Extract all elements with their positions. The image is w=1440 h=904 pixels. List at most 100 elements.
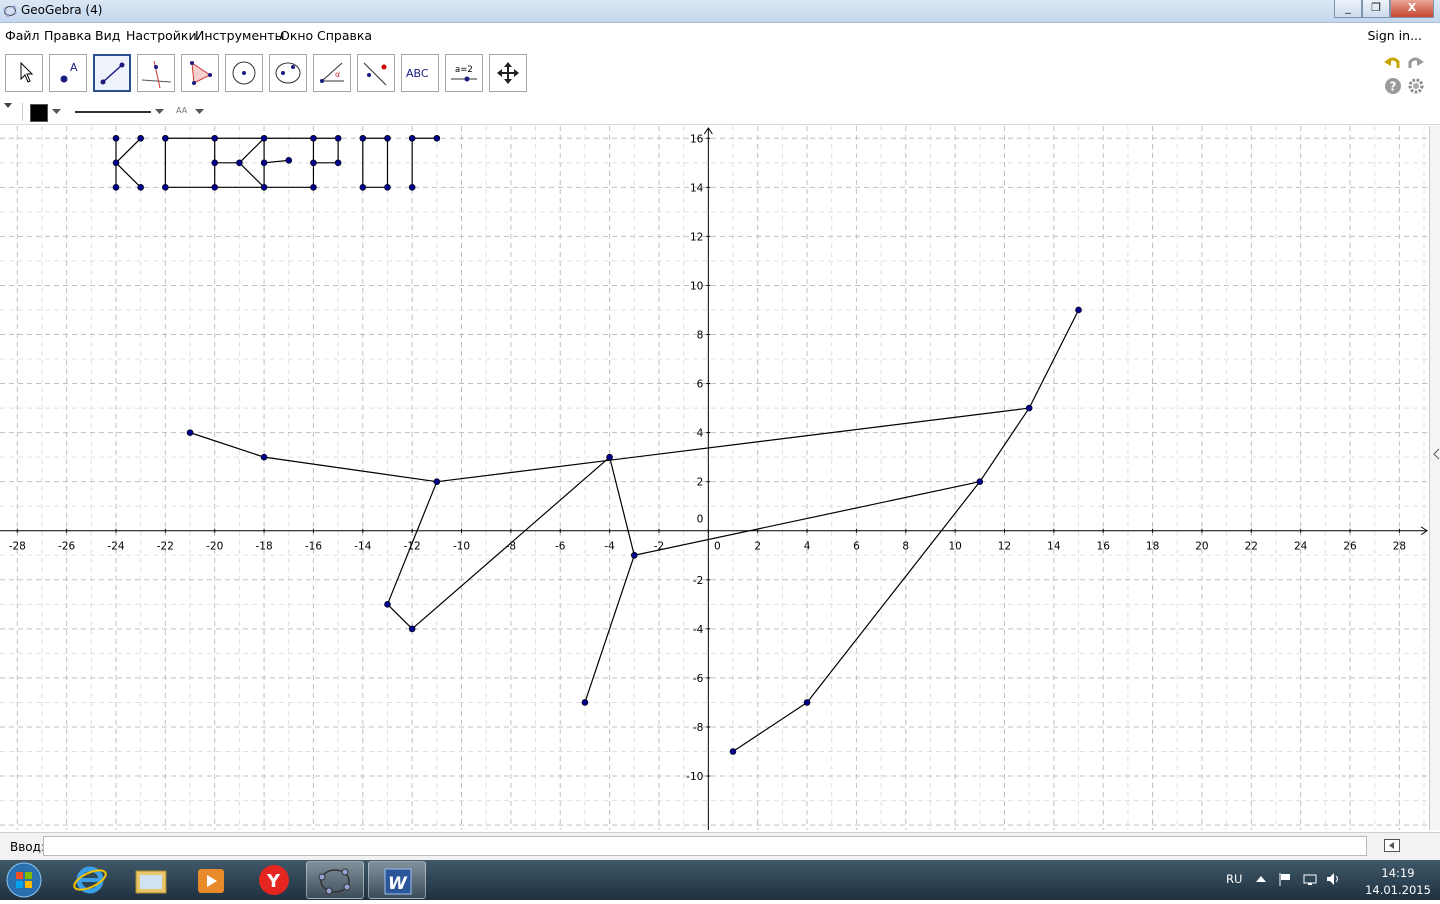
- point[interactable]: [433, 134, 441, 142]
- coordinate-plane[interactable]: -28 -26 -24 -22 -20 -18 -16 -14 -12 -10 -8 -6 -4 -2 0 2…: [0, 126, 1429, 830]
- chevron-down-icon[interactable]: [52, 109, 62, 115]
- clock-date[interactable]: 14.01.2015: [1358, 883, 1438, 897]
- point[interactable]: [729, 748, 737, 755]
- line-style-preview[interactable]: [75, 111, 151, 113]
- point[interactable]: [359, 184, 367, 191]
- point[interactable]: [334, 134, 342, 142]
- start-button[interactable]: [4, 861, 44, 899]
- point[interactable]: [433, 478, 441, 485]
- point[interactable]: [260, 134, 268, 142]
- yandex-browser-taskbar[interactable]: Y: [244, 861, 302, 899]
- perpendicular-tool[interactable]: [137, 54, 175, 92]
- line-tool[interactable]: [93, 54, 131, 92]
- point[interactable]: [260, 184, 268, 191]
- file-explorer-taskbar[interactable]: [122, 861, 180, 899]
- menu-file[interactable]: Файл: [5, 28, 40, 43]
- toggle-stylebar-icon[interactable]: [4, 102, 14, 110]
- point[interactable]: [408, 184, 416, 191]
- point[interactable]: [112, 184, 120, 191]
- point[interactable]: [359, 134, 367, 142]
- media-player-taskbar[interactable]: [182, 861, 240, 899]
- minimize-button[interactable]: _: [1334, 0, 1362, 18]
- flag-icon[interactable]: [1278, 872, 1292, 886]
- menu-tools[interactable]: Инструменты: [195, 28, 284, 43]
- point[interactable]: [606, 453, 613, 461]
- y-tick-label: 2: [697, 477, 704, 489]
- conic-tool[interactable]: [269, 54, 307, 92]
- internet-explorer-taskbar[interactable]: [62, 861, 120, 899]
- chevron-left-icon[interactable]: [1432, 448, 1440, 460]
- point[interactable]: [334, 159, 342, 167]
- close-button[interactable]: X: [1390, 0, 1434, 18]
- point[interactable]: [1025, 404, 1033, 412]
- chevron-down-icon[interactable]: [155, 109, 165, 115]
- point[interactable]: [260, 453, 268, 461]
- point[interactable]: [186, 429, 194, 436]
- angle-tool[interactable]: α: [313, 54, 351, 92]
- point[interactable]: [310, 134, 317, 142]
- point-tool[interactable]: A: [49, 54, 87, 92]
- point[interactable]: [112, 134, 120, 142]
- point[interactable]: [310, 184, 317, 191]
- move-view-tool[interactable]: [489, 54, 527, 92]
- point[interactable]: [285, 157, 293, 164]
- point[interactable]: [1075, 306, 1082, 314]
- polygon-tool[interactable]: [181, 54, 219, 92]
- point[interactable]: [162, 184, 169, 191]
- point[interactable]: [803, 699, 811, 706]
- point[interactable]: [581, 699, 589, 706]
- keyboard-icon[interactable]: [1384, 839, 1400, 852]
- help-icon[interactable]: ?: [1384, 77, 1402, 95]
- network-icon[interactable]: [1302, 872, 1318, 886]
- move-tool[interactable]: [5, 54, 43, 92]
- point[interactable]: [137, 134, 144, 142]
- geogebra-taskbar[interactable]: [306, 861, 364, 899]
- point[interactable]: [630, 551, 638, 559]
- menu-window[interactable]: Окно: [280, 28, 313, 43]
- menu-help[interactable]: Справка: [317, 28, 372, 43]
- command-input[interactable]: [43, 836, 1367, 856]
- clock-time[interactable]: 14:19: [1368, 866, 1428, 880]
- yandex-browser-icon: Y: [259, 865, 289, 895]
- language-indicator[interactable]: RU: [1226, 872, 1242, 886]
- point[interactable]: [112, 159, 120, 167]
- point[interactable]: [211, 159, 219, 167]
- point[interactable]: [384, 601, 391, 608]
- move-arrows-icon: [497, 62, 519, 84]
- sign-in-link[interactable]: Sign in...: [1367, 28, 1422, 43]
- circle-tool[interactable]: [225, 54, 263, 92]
- point[interactable]: [137, 184, 144, 191]
- menu-view[interactable]: Вид: [95, 28, 120, 43]
- point[interactable]: [408, 625, 416, 633]
- undo-icon[interactable]: [1383, 54, 1401, 72]
- redo-icon[interactable]: [1407, 54, 1425, 72]
- y-tick-label: -8: [693, 722, 703, 734]
- point[interactable]: [384, 134, 391, 142]
- point[interactable]: [211, 184, 219, 191]
- point[interactable]: [408, 134, 416, 142]
- point[interactable]: [162, 134, 169, 142]
- volume-icon[interactable]: [1326, 872, 1342, 886]
- point[interactable]: [236, 159, 243, 167]
- gear-icon[interactable]: [1407, 77, 1425, 95]
- point[interactable]: [384, 184, 391, 191]
- reflect-tool[interactable]: [357, 54, 395, 92]
- maximize-button[interactable]: ❐: [1362, 0, 1390, 18]
- point[interactable]: [310, 159, 317, 167]
- x-tick-label: 18: [1146, 541, 1159, 553]
- text-tool[interactable]: ABC: [401, 54, 439, 92]
- word-taskbar[interactable]: W: [368, 861, 426, 899]
- point[interactable]: [211, 134, 219, 142]
- menu-edit[interactable]: Правка: [44, 28, 92, 43]
- text-size-label[interactable]: AA: [176, 106, 187, 115]
- menu-options[interactable]: Настройки: [126, 28, 197, 43]
- media-player-icon: [198, 869, 224, 893]
- chevron-down-icon[interactable]: [195, 109, 205, 115]
- point[interactable]: [976, 478, 984, 485]
- slider-tool[interactable]: a=2: [445, 54, 483, 92]
- graphics-view[interactable]: -28 -26 -24 -22 -20 -18 -16 -14 -12 -10 -8 -6 -4 -2 0 2…: [0, 126, 1429, 830]
- show-hidden-icons-icon[interactable]: [1256, 875, 1266, 883]
- point[interactable]: [260, 159, 268, 167]
- side-panel-handle[interactable]: [1429, 126, 1440, 830]
- color-swatch[interactable]: [30, 104, 48, 122]
